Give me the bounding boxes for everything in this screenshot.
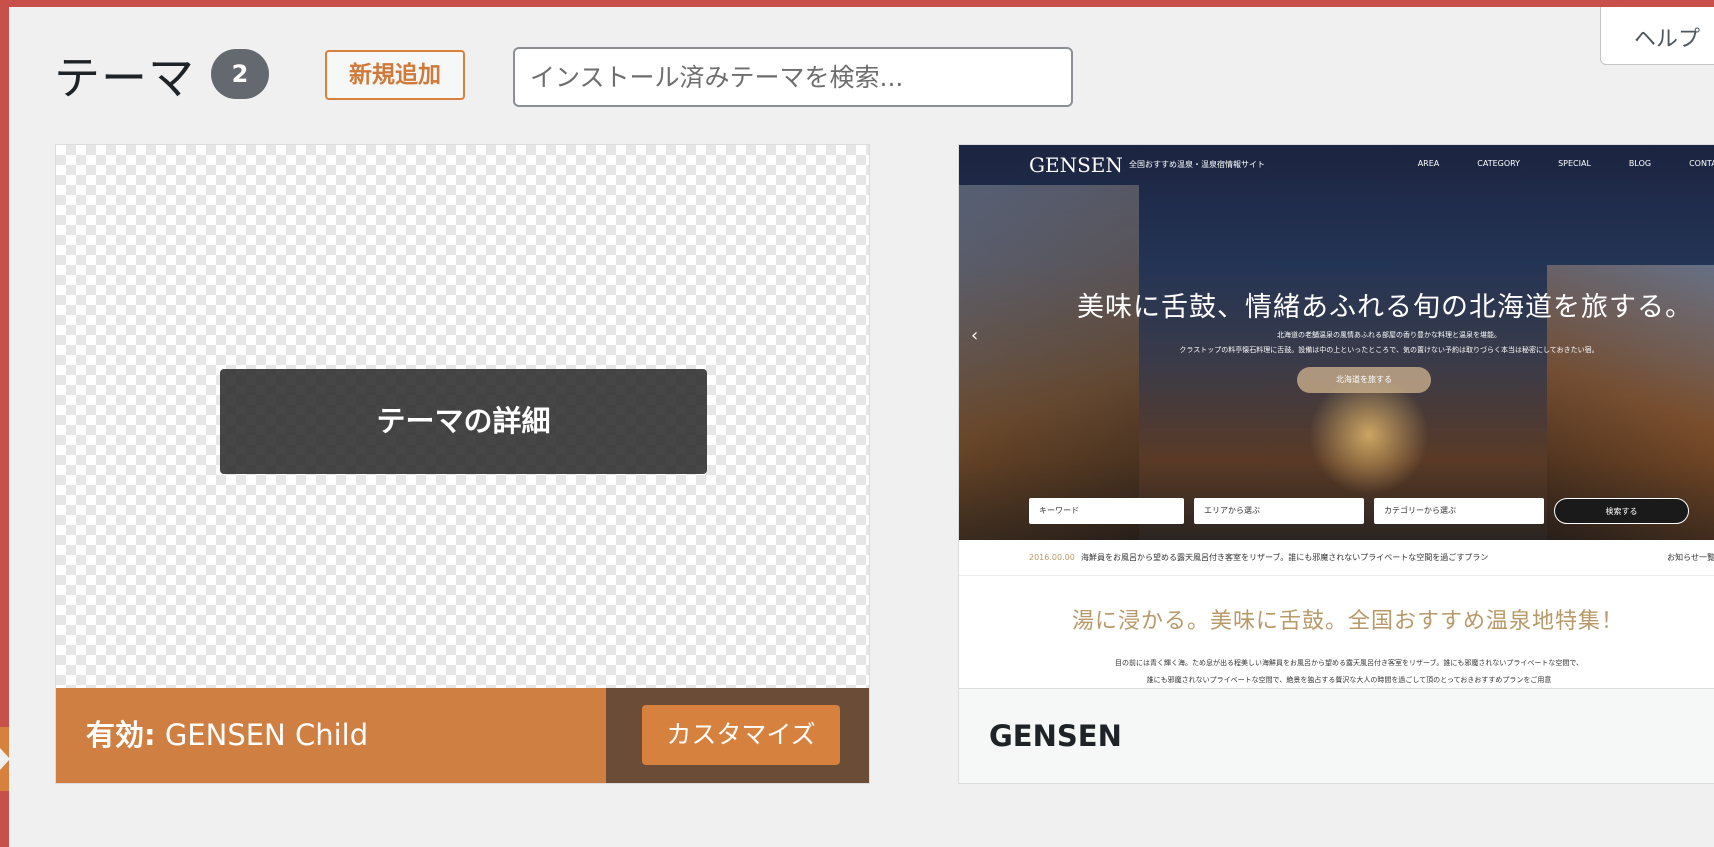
screenshot-keyword-field: キーワード [1029, 498, 1184, 524]
screenshot-prev-arrow-icon: ‹ [971, 325, 979, 346]
screenshot-nav-item: CATEGORY [1477, 159, 1521, 168]
add-new-theme-button[interactable]: 新規追加 [325, 50, 465, 100]
screenshot-tagline: 全国おすすめ温泉・温泉宿情報サイト [1129, 160, 1265, 169]
screenshot-subtext-line: クラストップの料亭懐石料理に舌鼓。設備は中の上といったところで、気の置けない予約… [1179, 346, 1599, 354]
screenshot-nav-links: AREA CATEGORY SPECIAL BLOG CONTACT [1418, 159, 1714, 168]
admin-top-bar [0, 0, 1714, 7]
page-title: テーマ [54, 51, 195, 105]
screenshot-news-date: 2016.00.00 [1029, 553, 1075, 562]
screenshot-hero: GENSEN 全国おすすめ温泉・温泉宿情報サイト AREA CATEGORY S… [959, 145, 1714, 540]
screenshot-subtext-line: 北海道の老舗温泉の風情あふれる部屋の香り豊かな料理と温泉を堪能。 [1277, 331, 1501, 339]
screenshot-category-select: カテゴリーから選ぶ [1374, 498, 1544, 524]
screenshot-nav-item: BLOG [1628, 159, 1652, 168]
screenshot-area-select: エリアから選ぶ [1194, 498, 1364, 524]
theme-card-gensen[interactable]: GENSEN 全国おすすめ温泉・温泉宿情報サイト AREA CATEGORY S… [958, 144, 1714, 784]
screenshot-nav-item: SPECIAL [1558, 159, 1591, 168]
screenshot-search-button: 検索する [1554, 498, 1689, 524]
screenshot-cta: 北海道を旅する [1297, 367, 1431, 393]
screenshot-feature-title: 湯に浸かる。美味に舌鼓。全国おすすめ温泉地特集！ [1071, 609, 1624, 634]
screenshot-feature-text: 目の前には青く輝く海。ため息が出る程美しい海鮮員をお風呂から望める露天風呂付き客… [1019, 655, 1679, 688]
screenshot-search-row: キーワード エリアから選ぶ カテゴリーから選ぶ 検索する [1029, 498, 1689, 524]
gensen-theme-name: GENSEN [989, 719, 1122, 753]
active-theme-footer: 有効: GENSEN Child カスタマイズ [56, 688, 869, 783]
screenshot-subtext: 北海道の老舗温泉の風情あふれる部屋の香り豊かな料理と温泉を堪能。 クラストップの… [1129, 328, 1649, 358]
active-theme-name: GENSEN Child [164, 718, 369, 752]
help-tab-button[interactable]: ヘルプ [1600, 7, 1714, 65]
screenshot-news-more: お知らせ一覧 [1667, 553, 1714, 562]
customize-button[interactable]: カスタマイズ [642, 705, 840, 765]
screenshot-news-row: 2016.00.00 海鮮員をお風呂から望める露天風呂付き客室をリザーブ。誰にも… [959, 540, 1714, 576]
screenshot-nav-item: CONTACT [1689, 159, 1714, 168]
screenshot-logo: GENSEN [1029, 153, 1123, 177]
active-theme-name-area: 有効: GENSEN Child [56, 688, 606, 783]
theme-details-button[interactable]: テーマの詳細 [220, 369, 707, 474]
admin-sidebar-edge [0, 0, 9, 847]
theme-search-input[interactable] [513, 47, 1073, 107]
theme-count-badge: 2 [211, 49, 269, 99]
screenshot-nav: GENSEN 全国おすすめ温泉・温泉宿情報サイト AREA CATEGORY S… [959, 145, 1714, 183]
screenshot-lamp-glow [1309, 375, 1429, 495]
screenshot-nav-item: AREA [1417, 159, 1440, 168]
theme-screenshot-gensen: GENSEN 全国おすすめ温泉・温泉宿情報サイト AREA CATEGORY S… [959, 145, 1714, 688]
screenshot-headline: 美味に舌鼓、情緒あふれる旬の北海道を旅する。 [1077, 292, 1693, 323]
active-label: 有効: [86, 718, 156, 752]
sidebar-current-arrow-icon [0, 748, 10, 770]
theme-card-active[interactable]: テーマの詳細 有効: GENSEN Child カスタマイズ [55, 144, 870, 784]
gensen-theme-footer: GENSEN [959, 688, 1714, 783]
screenshot-feature-line: 誰にも邪魔されないプライベートな空間で、絶景を独占する贅沢な大人の時間を過ごして… [1146, 676, 1552, 684]
screenshot-building-left [959, 185, 1139, 540]
screenshot-news-text: 海鮮員をお風呂から望める露天風呂付き客室をリザーブ。誰にも邪魔されないプライベー… [1081, 553, 1489, 562]
screenshot-feature-line: 目の前には青く輝く海。ため息が出る程美しい海鮮員をお風呂から望める露天風呂付き客… [1114, 659, 1584, 667]
